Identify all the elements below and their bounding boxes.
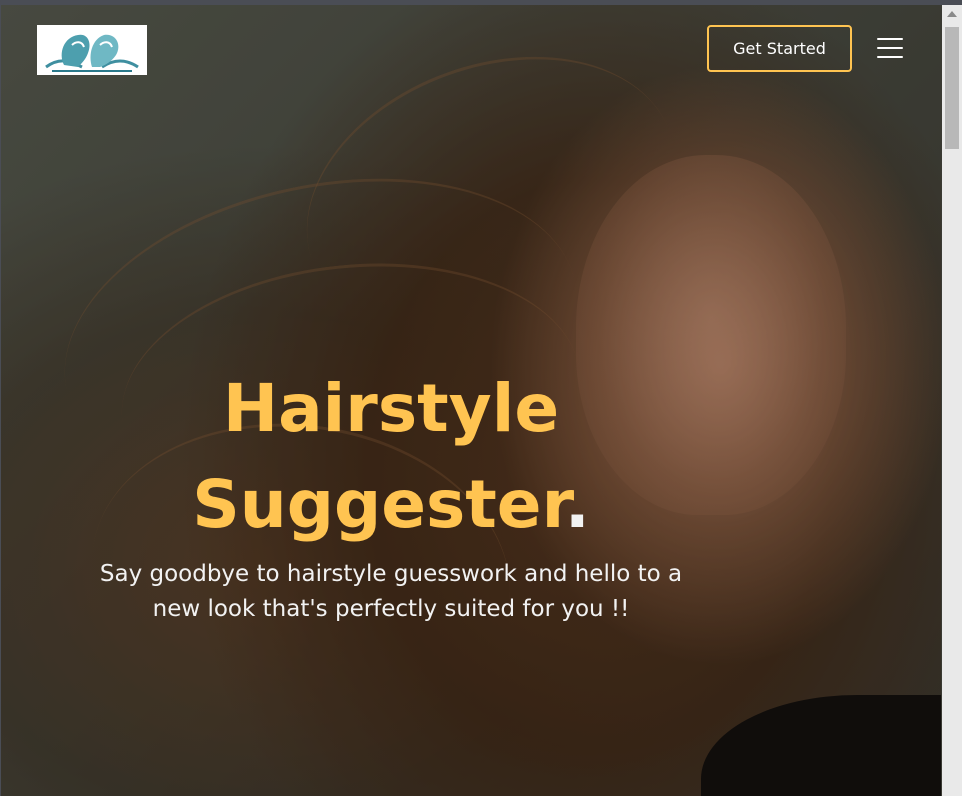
hero-title: Hairstyle Suggester. [1, 361, 781, 553]
site-logo[interactable] [37, 25, 147, 75]
vertical-scrollbar[interactable] [942, 5, 962, 796]
hero-subtitle-line2: new look that's perfectly suited for you… [152, 596, 630, 622]
hair-silhouette-logo-icon [45, 34, 139, 72]
hero-subtitle-line1: Say goodbye to hairstyle guesswork and h… [99, 561, 683, 587]
scrollbar-thumb[interactable] [945, 27, 959, 149]
hero-title-dot: . [564, 466, 590, 543]
scroll-up-arrow-icon[interactable] [947, 11, 957, 17]
hero-title-line1: Hairstyle [222, 370, 560, 447]
hamburger-menu-icon[interactable] [877, 38, 903, 60]
hero-subtitle: Say goodbye to hairstyle guesswork and h… [21, 557, 761, 627]
hero-section: Get Started Hairstyle Suggester. Say goo… [1, 5, 941, 796]
menu-bar [877, 56, 903, 58]
menu-bar [877, 47, 903, 49]
hero-title-line2: Suggester [192, 466, 565, 543]
menu-bar [877, 38, 903, 40]
get-started-button[interactable]: Get Started [707, 25, 852, 72]
